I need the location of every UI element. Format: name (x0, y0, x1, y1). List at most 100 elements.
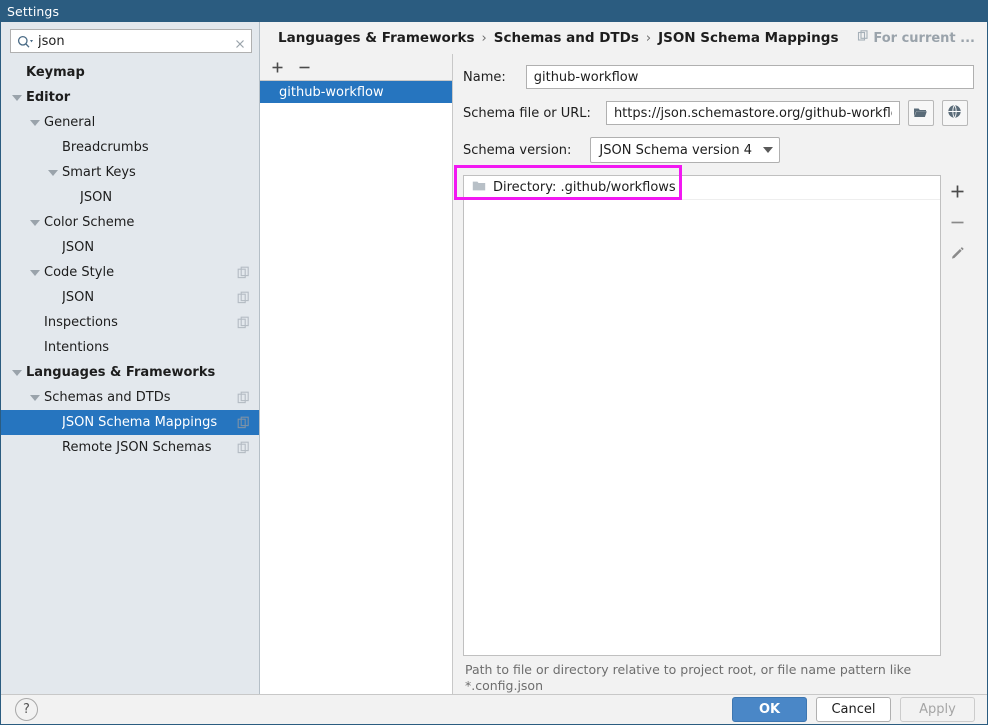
cancel-button[interactable]: Cancel (816, 697, 891, 722)
mapping-list[interactable]: github-workflow (260, 80, 452, 694)
sidebar-item-color-scheme[interactable]: Color Scheme (1, 210, 259, 235)
tree-expander-icon[interactable] (29, 267, 40, 278)
breadcrumb: Languages & Frameworks › Schemas and DTD… (260, 22, 987, 54)
apply-button[interactable]: Apply (900, 697, 975, 722)
sidebar-item-schemas-and-dtds[interactable]: Schemas and DTDs (1, 385, 259, 410)
sidebar-item-json[interactable]: JSON (1, 185, 259, 210)
sidebar-item-languages-frameworks[interactable]: Languages & Frameworks (1, 360, 259, 385)
edit-path-button[interactable] (948, 243, 968, 263)
sidebar-item-label: JSON (62, 240, 95, 255)
copy-settings-icon (237, 266, 250, 279)
help-icon: ? (23, 702, 30, 717)
sidebar-item-json[interactable]: JSON (1, 285, 259, 310)
search-box[interactable] (10, 29, 252, 53)
sidebar-item-intentions[interactable]: Intentions (1, 335, 259, 360)
sidebar-item-label: Intentions (44, 340, 110, 355)
schema-file-input[interactable] (605, 101, 900, 125)
tree-expander-icon[interactable] (11, 367, 22, 378)
folder-icon (472, 180, 486, 196)
mapping-path-label: Directory: .github/workflows (493, 180, 676, 195)
sidebar-item-label: Color Scheme (44, 215, 135, 230)
tree-expander-icon[interactable] (29, 117, 40, 128)
sidebar-item-label: Remote JSON Schemas (62, 440, 212, 455)
remove-mapping-button[interactable] (296, 59, 313, 76)
help-button[interactable]: ? (15, 698, 38, 721)
remove-path-button[interactable] (948, 212, 968, 232)
globe-icon (947, 104, 962, 123)
sidebar-item-smart-keys[interactable]: Smart Keys (1, 160, 259, 185)
sidebar-item-label: JSON (80, 190, 113, 205)
sidebar-item-json-schema-mappings[interactable]: JSON Schema Mappings (1, 410, 259, 435)
sidebar-item-label: Smart Keys (62, 165, 136, 180)
search-icon[interactable] (17, 34, 33, 48)
search-input[interactable] (38, 33, 229, 49)
name-input[interactable] (525, 65, 974, 89)
browse-file-button[interactable] (907, 100, 934, 126)
settings-right-pane: Languages & Frameworks › Schemas and DTD… (260, 22, 987, 694)
sidebar-item-label: Keymap (26, 65, 85, 80)
open-url-button[interactable] (941, 100, 968, 126)
sidebar-item-inspections[interactable]: Inspections (1, 310, 259, 335)
sidebar-scrollbar[interactable] (250, 22, 259, 694)
sidebar-item-label: General (44, 115, 96, 130)
ok-button[interactable]: OK (732, 697, 807, 722)
sidebar-item-breadcrumbs[interactable]: Breadcrumbs (1, 135, 259, 160)
sidebar-item-keymap[interactable]: Keymap (1, 60, 259, 85)
schema-version-dropdown[interactable]: JSON Schema version 4 (590, 137, 781, 163)
sidebar-search-wrap (1, 22, 259, 57)
sidebar-item-label: JSON Schema Mappings (62, 415, 218, 430)
breadcrumb-item-0[interactable]: Languages & Frameworks (278, 30, 475, 46)
mapping-list-panel: github-workflow (260, 54, 453, 694)
tree-expander-icon[interactable] (29, 217, 40, 228)
name-label: Name: (463, 69, 506, 85)
sidebar-item-label: JSON (62, 290, 95, 305)
sidebar-item-label: Breadcrumbs (62, 140, 149, 155)
breadcrumb-separator: › (481, 30, 487, 46)
mappings-table[interactable]: Directory: .github/workflows (463, 175, 941, 656)
tree-expander-icon[interactable] (11, 92, 22, 103)
add-path-button[interactable] (948, 181, 968, 201)
sidebar-item-code-style[interactable]: Code Style (1, 260, 259, 285)
sidebar-item-label: Code Style (44, 265, 115, 280)
tree-expander-icon[interactable] (29, 392, 40, 403)
window-titlebar: Settings (1, 1, 987, 22)
mapping-form: Name: Schema file or URL: (453, 54, 987, 694)
add-mapping-button[interactable] (269, 59, 286, 76)
sidebar-item-json[interactable]: JSON (1, 235, 259, 260)
sidebar-item-editor[interactable]: Editor (1, 85, 259, 110)
table-row[interactable]: Directory: .github/workflows (464, 176, 940, 200)
sidebar-item-general[interactable]: General (1, 110, 259, 135)
folder-open-icon (913, 104, 928, 123)
breadcrumb-item-1[interactable]: Schemas and DTDs (494, 30, 639, 46)
content-panes: github-workflow Name: Schema file or URL… (260, 54, 987, 694)
clear-search-icon[interactable] (234, 35, 246, 48)
scope-label: For current ... (873, 30, 975, 46)
schema-version-row: Schema version: JSON Schema version 4 (463, 137, 974, 163)
schema-file-label: Schema file or URL: (463, 105, 591, 121)
sidebar-item-label: Languages & Frameworks (26, 365, 216, 380)
tree-expander-icon[interactable] (47, 167, 58, 178)
schema-version-value: JSON Schema version 4 (599, 142, 752, 158)
settings-body: Keymap Editor General Breadcrumbs Smart Keys… (1, 22, 987, 694)
schema-version-label: Schema version: (463, 142, 572, 158)
copy-settings-icon (237, 441, 250, 454)
breadcrumb-item-2[interactable]: JSON Schema Mappings (658, 30, 838, 46)
copy-settings-icon (237, 391, 250, 404)
scope-selector[interactable]: For current ... (857, 30, 975, 46)
sidebar-item-remote-json-schemas[interactable]: Remote JSON Schemas (1, 435, 259, 460)
list-item[interactable]: github-workflow (260, 81, 452, 103)
dialog-footer: ? OK Cancel Apply (1, 694, 987, 724)
settings-sidebar: Keymap Editor General Breadcrumbs Smart Keys… (1, 22, 260, 694)
window-title: Settings (7, 4, 60, 19)
footer-buttons: OK Cancel Apply (732, 697, 975, 722)
chevron-down-icon (763, 147, 774, 153)
